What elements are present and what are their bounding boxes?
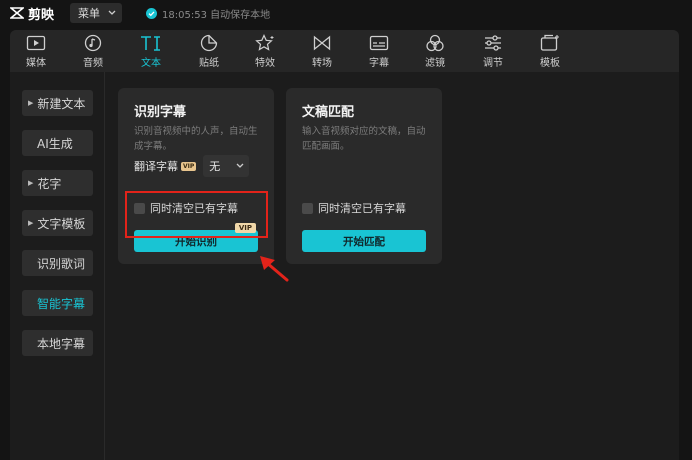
card-title: 识别字幕 [134, 105, 187, 120]
translate-row: 翻译字幕 VIP 无 [134, 155, 250, 177]
menu-dropdown[interactable]: 菜单 [70, 3, 123, 23]
tab-label: 特效 [255, 58, 275, 69]
caret-right-icon: ▶ [28, 99, 34, 107]
check-circle-icon [146, 7, 158, 19]
sidebar-item-label: 花字 [37, 176, 62, 191]
chevron-down-icon [108, 10, 116, 15]
sidebar-item-label: AI生成 [37, 136, 73, 151]
filter-icon [425, 33, 445, 53]
effects-icon [255, 33, 275, 53]
sticker-icon [200, 33, 218, 53]
tab-label: 音频 [83, 58, 103, 69]
translate-language-select[interactable]: 无 [203, 155, 250, 177]
start-recognize-button[interactable]: 开始识别 VIP [134, 223, 258, 252]
tab-transition[interactable]: 转场 [302, 33, 342, 69]
sidebar-item-local-subtitle[interactable]: 本地字幕 [22, 330, 93, 356]
subtitle-icon [369, 33, 389, 53]
sidebar-item-label: 文字模板 [37, 216, 86, 231]
translate-label: 翻译字幕 [134, 160, 178, 173]
tab-text[interactable]: 文本 [131, 33, 171, 69]
sidebar-item-smart-subtitle[interactable]: 智能字幕 [22, 290, 93, 316]
text-icon [140, 33, 162, 53]
tab-label: 调节 [483, 58, 503, 69]
resource-panel: 媒体 音频 文本 贴纸 特效 转场 字幕 滤镜 调节 模板 ▶ 新建文本 AI生… [10, 30, 679, 460]
sidebar-item-label: 识别歌词 [37, 256, 86, 271]
recognize-subtitle-card: 识别字幕 识别音视频中的人声，自动生成字幕。 翻译字幕 VIP 无 同时清空已有… [118, 88, 274, 264]
clear-existing-checkbox[interactable] [134, 202, 145, 214]
text-sidebar: ▶ 新建文本 AI生成 ▶ 花字 ▶ 文字模板 识别歌词 智能字幕 本地字幕 [10, 72, 105, 460]
vip-badge: VIP [181, 161, 197, 171]
tab-label: 媒体 [26, 58, 46, 69]
app-logo: 剪映 [10, 4, 54, 23]
audio-icon [84, 33, 102, 53]
card-title: 文稿匹配 [302, 105, 355, 120]
select-value: 无 [209, 160, 221, 173]
card-description: 识别音视频中的人声，自动生成字幕。 [134, 126, 258, 152]
vip-badge: VIP [234, 223, 256, 233]
tab-subtitle[interactable]: 字幕 [359, 33, 399, 69]
arrow-annotation-icon [260, 256, 289, 282]
template-icon [540, 33, 560, 53]
sidebar-item-text-template[interactable]: ▶ 文字模板 [22, 210, 93, 236]
category-toolbar: 媒体 音频 文本 贴纸 特效 转场 字幕 滤镜 调节 模板 [10, 30, 679, 72]
tab-label: 贴纸 [199, 58, 219, 69]
chevron-down-icon [236, 163, 244, 168]
script-match-card: 文稿匹配 输入音视频对应的文稿，自动匹配画面。 同时清空已有字幕 开始匹配 [286, 88, 442, 264]
clear-existing-checkbox[interactable] [302, 202, 313, 214]
tab-label: 转场 [312, 58, 332, 69]
sidebar-item-ai-generate[interactable]: AI生成 [22, 130, 93, 156]
start-match-button[interactable]: 开始匹配 [302, 230, 426, 252]
tab-sticker[interactable]: 贴纸 [189, 33, 229, 69]
sidebar-item-fancy-text[interactable]: ▶ 花字 [22, 170, 93, 196]
checkbox-label: 同时清空已有字幕 [318, 202, 406, 215]
tab-label: 模板 [540, 58, 560, 69]
title-bar: 剪映 菜单 18:05:53 自动保存本地 [0, 0, 692, 26]
sidebar-item-recognize-lyrics[interactable]: 识别歌词 [22, 250, 93, 276]
sidebar-item-label: 智能字幕 [37, 296, 86, 311]
button-label: 开始匹配 [343, 235, 385, 248]
caret-right-icon: ▶ [28, 179, 34, 187]
tab-label: 滤镜 [425, 58, 445, 69]
button-label: 开始识别 [175, 235, 217, 248]
checkbox-label: 同时清空已有字幕 [150, 202, 238, 215]
tab-template[interactable]: 模板 [530, 33, 570, 69]
tab-label: 文本 [141, 58, 161, 69]
tab-audio[interactable]: 音频 [73, 33, 113, 69]
sidebar-item-new-text[interactable]: ▶ 新建文本 [22, 90, 93, 116]
clear-existing-checkbox-row[interactable]: 同时清空已有字幕 [302, 200, 406, 216]
tab-adjust[interactable]: 调节 [473, 33, 513, 69]
sidebar-item-label: 本地字幕 [37, 336, 86, 351]
capcut-logo-icon [10, 7, 24, 19]
tab-label: 字幕 [369, 58, 389, 69]
autosave-status: 18:05:53 自动保存本地 [146, 6, 270, 21]
autosave-text: 18:05:53 自动保存本地 [162, 9, 271, 21]
card-description: 输入音视频对应的文稿，自动匹配画面。 [302, 126, 426, 152]
clear-existing-checkbox-row[interactable]: 同时清空已有字幕 [134, 200, 238, 216]
transition-icon [313, 33, 331, 53]
tab-media[interactable]: 媒体 [16, 33, 56, 69]
tab-effects[interactable]: 特效 [245, 33, 285, 69]
sidebar-item-label: 新建文本 [37, 96, 86, 111]
app-name: 剪映 [28, 7, 55, 23]
adjust-icon [483, 33, 503, 53]
media-icon [26, 33, 46, 53]
menu-label: 菜单 [78, 7, 101, 20]
tab-filter[interactable]: 滤镜 [415, 33, 455, 69]
caret-right-icon: ▶ [28, 219, 34, 227]
